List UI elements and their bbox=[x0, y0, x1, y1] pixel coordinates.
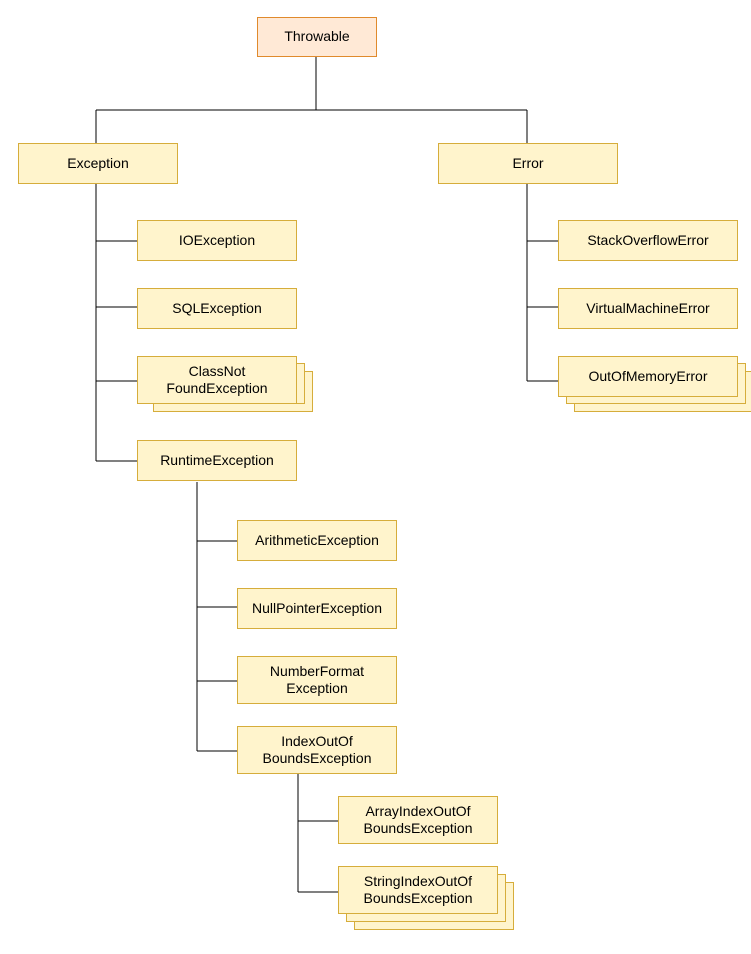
node-outofmemoryerror: OutOfMemoryError bbox=[558, 356, 738, 397]
label-ioexception: IOException bbox=[179, 232, 255, 250]
label-stackoverflow: StackOverflowError bbox=[587, 232, 708, 250]
label-indexoob: IndexOutOfBoundsException bbox=[263, 733, 372, 768]
node-sqlexception: SQLException bbox=[137, 288, 297, 329]
label-nullpointer: NullPointerException bbox=[252, 600, 382, 618]
label-error: Error bbox=[512, 155, 543, 173]
node-runtimeexception: RuntimeException bbox=[137, 440, 297, 481]
node-nullpointerexception: NullPointerException bbox=[237, 588, 397, 629]
label-arrayioob: ArrayIndexOutOfBoundsException bbox=[364, 803, 473, 838]
node-classnotfoundexception: ClassNotFoundException bbox=[137, 356, 297, 404]
label-virtualmachine: VirtualMachineError bbox=[586, 300, 709, 318]
label-arithmetic: ArithmeticException bbox=[255, 532, 379, 550]
label-stringioob: StringIndexOutOfBoundsException bbox=[364, 873, 473, 908]
node-arrayindexoutofboundsexception: ArrayIndexOutOfBoundsException bbox=[338, 796, 498, 844]
label-runtimeexception: RuntimeException bbox=[160, 452, 274, 470]
label-numberformat: NumberFormatException bbox=[270, 663, 364, 698]
node-arithmeticexception: ArithmeticException bbox=[237, 520, 397, 561]
label-sqlexception: SQLException bbox=[172, 300, 262, 318]
node-stackoverflowerror: StackOverflowError bbox=[558, 220, 738, 261]
node-throwable: Throwable bbox=[257, 17, 377, 57]
node-virtualmachineerror: VirtualMachineError bbox=[558, 288, 738, 329]
label-exception: Exception bbox=[67, 155, 128, 173]
node-ioexception: IOException bbox=[137, 220, 297, 261]
node-numberformatexception: NumberFormatException bbox=[237, 656, 397, 704]
node-exception: Exception bbox=[18, 143, 178, 184]
label-cnfe: ClassNotFoundException bbox=[166, 363, 267, 398]
node-stringindexoutofboundsexception: StringIndexOutOfBoundsException bbox=[338, 866, 498, 914]
node-error: Error bbox=[438, 143, 618, 184]
label-outofmemory: OutOfMemoryError bbox=[588, 368, 707, 386]
node-indexoutofboundsexception: IndexOutOfBoundsException bbox=[237, 726, 397, 774]
label-throwable: Throwable bbox=[284, 28, 349, 46]
